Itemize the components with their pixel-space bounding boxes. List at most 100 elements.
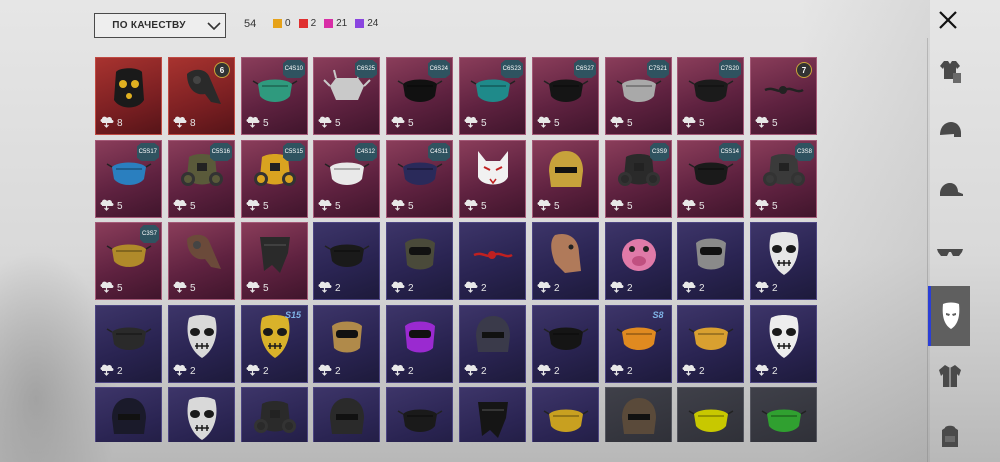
item-count-value: 5 bbox=[335, 200, 341, 212]
item-badge: 7 bbox=[796, 62, 812, 78]
cloud-download-icon bbox=[609, 115, 624, 131]
cloud-download-icon bbox=[681, 115, 696, 131]
inventory-item[interactable]: 5 bbox=[168, 222, 235, 300]
inventory-item[interactable] bbox=[313, 387, 380, 442]
inventory-item[interactable]: C5S17 5 bbox=[95, 140, 162, 218]
rarity-count-value: 2 bbox=[310, 18, 317, 29]
inventory-item[interactable]: 68 bbox=[168, 57, 235, 135]
inventory-item[interactable]: C5S14 5 bbox=[677, 140, 744, 218]
close-button[interactable] bbox=[934, 6, 962, 34]
sidebar-item-outfit[interactable] bbox=[930, 51, 970, 91]
cloud-download-icon bbox=[536, 363, 551, 379]
cloud-download-icon bbox=[536, 198, 551, 214]
item-count-value: 5 bbox=[627, 117, 633, 129]
inventory-item[interactable] bbox=[386, 387, 453, 442]
inventory-item[interactable]: C4S11 5 bbox=[386, 140, 453, 218]
inventory-item[interactable]: 8 bbox=[95, 57, 162, 135]
sidebar-item-mask[interactable] bbox=[928, 286, 970, 346]
item-count-value: 2 bbox=[481, 282, 487, 294]
inventory-item[interactable]: C6S24 5 bbox=[386, 57, 453, 135]
half-mask-icon bbox=[686, 394, 736, 442]
inventory-item[interactable]: 2 bbox=[532, 222, 599, 300]
cloud-download-icon bbox=[390, 363, 405, 379]
inventory-item[interactable]: C3S9 5 bbox=[605, 140, 672, 218]
jacket-icon bbox=[939, 365, 961, 387]
inventory-item[interactable]: 2 bbox=[459, 222, 526, 300]
inventory-item[interactable]: C5S16 5 bbox=[168, 140, 235, 218]
inventory-item[interactable]: 2 bbox=[532, 305, 599, 383]
item-count-value: 5 bbox=[117, 282, 123, 294]
item-badge: C6S27 bbox=[573, 60, 596, 78]
cloud-download-icon bbox=[754, 198, 769, 214]
inventory-item[interactable]: 75 bbox=[750, 57, 817, 135]
inventory-item[interactable]: 2 bbox=[313, 305, 380, 383]
inventory-item[interactable] bbox=[750, 387, 817, 442]
visor-mask-icon bbox=[395, 229, 445, 279]
inventory-item[interactable]: C6S23 5 bbox=[459, 57, 526, 135]
inventory-item[interactable]: 2 bbox=[95, 305, 162, 383]
skull-mask-icon bbox=[759, 229, 809, 279]
inventory-item[interactable]: C4S10 5 bbox=[241, 57, 308, 135]
item-count: 2 bbox=[317, 280, 341, 296]
cloud-download-icon bbox=[754, 115, 769, 131]
helmet-mask-icon bbox=[468, 312, 518, 362]
cloud-download-icon bbox=[536, 280, 551, 296]
item-count: 2 bbox=[609, 363, 633, 379]
inventory-item[interactable]: C3S8 5 bbox=[750, 140, 817, 218]
item-count-value: 8 bbox=[190, 117, 196, 129]
skull-mask-icon bbox=[177, 312, 227, 362]
inventory-item[interactable]: C6S27 5 bbox=[532, 57, 599, 135]
sidebar-item-helmet[interactable] bbox=[930, 111, 970, 151]
sidebar-item-glasses[interactable] bbox=[930, 231, 970, 271]
inventory-item[interactable] bbox=[168, 387, 235, 442]
inventory-item[interactable]: 2 bbox=[386, 305, 453, 383]
item-count: 2 bbox=[172, 363, 196, 379]
item-count-value: 2 bbox=[699, 365, 705, 377]
inventory-item[interactable]: C3S7 5 bbox=[95, 222, 162, 300]
inventory-item[interactable] bbox=[241, 387, 308, 442]
rarity-swatch bbox=[298, 19, 308, 28]
sort-dropdown[interactable]: ПО КАЧЕСТВУ bbox=[94, 13, 226, 38]
inventory-item[interactable]: 5 bbox=[241, 222, 308, 300]
inventory-item[interactable]: 5 bbox=[532, 140, 599, 218]
inventory-item[interactable]: C7S20 5 bbox=[677, 57, 744, 135]
cloud-download-icon bbox=[463, 280, 478, 296]
item-count-value: 2 bbox=[699, 282, 705, 294]
inventory-item[interactable] bbox=[459, 387, 526, 442]
inventory-item[interactable]: S15 2 bbox=[241, 305, 308, 383]
inventory-item[interactable]: S8 2 bbox=[605, 305, 672, 383]
inventory-item[interactable]: 2 bbox=[605, 222, 672, 300]
inventory-item[interactable]: 2 bbox=[168, 305, 235, 383]
inventory-item[interactable] bbox=[95, 387, 162, 442]
close-icon bbox=[939, 11, 957, 29]
inventory-item[interactable]: C6S25 5 bbox=[313, 57, 380, 135]
plague-mask-icon bbox=[177, 229, 227, 279]
inventory-item[interactable]: C7S21 5 bbox=[605, 57, 672, 135]
inventory-item[interactable]: 2 bbox=[677, 222, 744, 300]
sidebar-item-cap[interactable] bbox=[930, 171, 970, 211]
inventory-item[interactable] bbox=[605, 387, 672, 442]
item-count-value: 5 bbox=[335, 117, 341, 129]
sidebar-item-backpack[interactable] bbox=[930, 416, 970, 456]
inventory-item[interactable]: 2 bbox=[459, 305, 526, 383]
inventory-item[interactable] bbox=[677, 387, 744, 442]
cloud-download-icon bbox=[390, 280, 405, 296]
inventory-item[interactable] bbox=[532, 387, 599, 442]
inventory-item[interactable]: C4S12 5 bbox=[313, 140, 380, 218]
item-count: 5 bbox=[172, 280, 196, 296]
cloud-download-icon bbox=[245, 198, 260, 214]
item-count: 5 bbox=[536, 198, 560, 214]
inventory-item[interactable]: 5 bbox=[459, 140, 526, 218]
inventory-item[interactable]: C5S15 5 bbox=[241, 140, 308, 218]
item-count-value: 5 bbox=[263, 282, 269, 294]
inventory-item[interactable]: 2 bbox=[313, 222, 380, 300]
inventory-item[interactable]: 2 bbox=[750, 222, 817, 300]
visor-mask-icon bbox=[686, 229, 736, 279]
item-badge: C4S10 bbox=[282, 60, 305, 78]
inventory-item[interactable]: 2 bbox=[750, 305, 817, 383]
sidebar-item-jacket[interactable] bbox=[930, 356, 970, 396]
helmet-mask-icon bbox=[541, 147, 591, 197]
inventory-item[interactable]: 2 bbox=[386, 222, 453, 300]
item-count: 2 bbox=[536, 280, 560, 296]
inventory-item[interactable]: 2 bbox=[677, 305, 744, 383]
